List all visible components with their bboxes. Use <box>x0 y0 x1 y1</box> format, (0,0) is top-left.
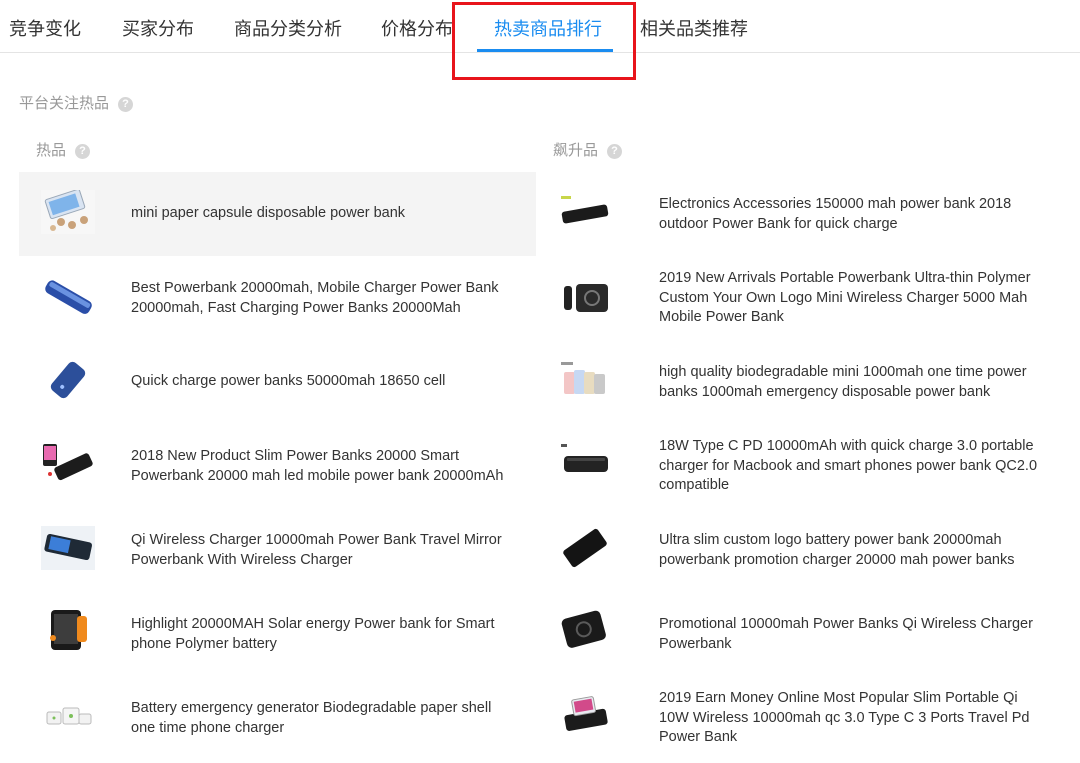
hot-product-title[interactable]: mini paper capsule disposable power bank <box>131 204 531 224</box>
hot-product-row[interactable]: Best Powerbank 20000mah, Mobile Charger … <box>19 256 536 340</box>
rising-product-row[interactable]: 18W Type C PD 10000mAh with quick charge… <box>536 424 1056 508</box>
rising-product-row[interactable]: Ultra slim custom logo battery power ban… <box>536 508 1056 592</box>
blue-power-bank-thumbnail <box>50 361 86 399</box>
rising-product-row[interactable]: 2019 New Arrivals Portable Powerbank Ult… <box>536 256 1056 340</box>
rising-product-title[interactable]: Electronics Accessories 150000 mah power… <box>659 195 1039 234</box>
help-icon[interactable]: ? <box>607 143 623 159</box>
rising-product-title[interactable]: high quality biodegradable mini 1000mah … <box>659 363 1039 402</box>
rising-product-title[interactable]: 2019 New Arrivals Portable Powerbank Ult… <box>659 269 1039 328</box>
help-icon[interactable]: ? <box>75 143 91 159</box>
tab-category-analysis[interactable]: 商品分类分析 <box>234 0 342 52</box>
hot-product-row[interactable]: Highlight 20000MAH Solar energy Power ba… <box>19 592 536 676</box>
hot-product-title[interactable]: Quick charge power banks 50000mah 18650 … <box>131 372 531 392</box>
section-title: 平台关注热品? <box>19 92 134 113</box>
rising-product-title[interactable]: Promotional 10000mah Power Banks Qi Wire… <box>659 615 1039 654</box>
black-flat-power-bank-thumbnail <box>561 196 609 224</box>
paper-shell-charger-thumbnail <box>46 707 92 725</box>
hot-product-title[interactable]: Best Powerbank 20000mah, Mobile Charger … <box>131 279 511 318</box>
wireless-charger-thumbnail <box>564 284 608 312</box>
rising-product-title[interactable]: 2019 Earn Money Online Most Popular Slim… <box>659 689 1039 748</box>
blue-slim-power-bank-thumbnail <box>45 280 92 314</box>
paper-capsule-power-bank-thumbnail <box>41 190 95 234</box>
tab-competition-change[interactable]: 竞争变化 <box>9 0 81 52</box>
black-type-c-power-bank-thumbnail <box>561 444 608 472</box>
rising-product-row[interactable]: Electronics Accessories 150000 mah power… <box>536 172 1056 256</box>
rising-product-row[interactable]: high quality biodegradable mini 1000mah … <box>536 340 1056 424</box>
tab-price-distribution[interactable]: 价格分布 <box>381 0 453 52</box>
rising-column-label: 飙升品 <box>553 142 599 159</box>
mirror-wireless-power-bank-thumbnail <box>41 526 95 570</box>
hot-product-row[interactable]: Quick charge power banks 50000mah 18650 … <box>19 340 536 424</box>
hot-product-row[interactable]: mini paper capsule disposable power bank <box>19 172 536 256</box>
rising-product-title[interactable]: Ultra slim custom logo battery power ban… <box>659 531 1039 570</box>
hot-product-title[interactable]: 2018 New Product Slim Power Banks 20000 … <box>131 447 521 486</box>
qi-wireless-power-bank-thumbnail <box>561 610 606 648</box>
hot-product-row[interactable]: 2018 New Product Slim Power Banks 20000 … <box>19 424 536 508</box>
solar-power-bank-thumbnail <box>50 610 87 650</box>
wireless-pad-phone-thumbnail <box>564 696 608 731</box>
rising-product-title[interactable]: 18W Type C PD 10000mAh with quick charge… <box>659 437 1039 496</box>
hot-product-row[interactable]: Battery emergency generator Biodegradabl… <box>19 676 536 760</box>
hot-product-title[interactable]: Battery emergency generator Biodegradabl… <box>131 699 511 738</box>
rising-product-row[interactable]: 2019 Earn Money Online Most Popular Slim… <box>536 676 1056 760</box>
rising-column-title: 飙升品? <box>553 139 623 160</box>
rising-product-row[interactable]: Promotional 10000mah Power Banks Qi Wire… <box>536 592 1056 676</box>
black-led-power-bank-thumbnail <box>43 444 93 481</box>
hot-column-title: 热品? <box>36 139 91 160</box>
hot-product-title[interactable]: Qi Wireless Charger 10000mah Power Bank … <box>131 531 511 570</box>
section-title-label: 平台关注热品 <box>19 95 110 112</box>
tab-buyer-distribution[interactable]: 买家分布 <box>122 0 194 52</box>
ultra-slim-power-bank-thumbnail <box>563 528 607 568</box>
tab-related-categories[interactable]: 相关品类推荐 <box>640 0 748 52</box>
hot-product-title[interactable]: Highlight 20000MAH Solar energy Power ba… <box>131 615 511 654</box>
hot-product-row[interactable]: Qi Wireless Charger 10000mah Power Bank … <box>19 508 536 592</box>
highlight-annotation-box <box>452 2 636 80</box>
hot-column-label: 热品 <box>36 142 67 159</box>
colorful-mini-power-banks-thumbnail <box>561 362 605 394</box>
help-icon[interactable]: ? <box>118 96 134 112</box>
